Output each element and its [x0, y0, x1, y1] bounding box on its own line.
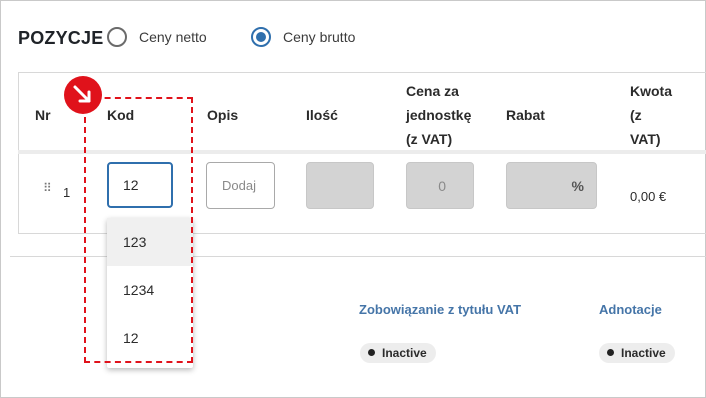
column-header-nr: Nr — [35, 107, 51, 123]
adnotacje-link[interactable]: Adnotacje — [599, 302, 662, 317]
drag-handle-icon[interactable]: ⠿ — [43, 182, 52, 194]
status-dot-icon — [368, 349, 375, 356]
row-number: 1 — [63, 185, 71, 200]
column-header-cena-line3: (z VAT) — [406, 131, 453, 147]
column-header-kwota-line3: VAT) — [630, 131, 661, 147]
radio-ceny-netto[interactable]: Ceny netto — [107, 27, 207, 47]
table-top-border — [18, 72, 706, 73]
column-header-opis: Opis — [207, 107, 239, 123]
vat-status-text: Inactive — [382, 346, 427, 360]
rabat-input: % — [506, 162, 597, 209]
column-header-cena: Cena za jednostkę (z VAT) — [406, 79, 496, 151]
status-dot-icon — [607, 349, 614, 356]
cena-input: 0 — [406, 162, 474, 209]
rabat-percent-suffix: % — [571, 178, 584, 194]
radio-netto-label: Ceny netto — [139, 29, 207, 45]
annotation-marker — [64, 76, 102, 114]
column-header-rabat: Rabat — [506, 107, 545, 123]
section-title: POZYCJE — [18, 28, 104, 48]
radio-brutto-indicator[interactable] — [251, 27, 271, 47]
column-header-cena-line1: Cena za — [406, 83, 459, 99]
vat-liability-link[interactable]: Zobowiązanie z tytułu VAT — [359, 302, 521, 317]
row-amount: 0,00 € — [630, 189, 667, 204]
column-header-ilosc: Ilość — [306, 107, 338, 123]
radio-ceny-brutto[interactable]: Ceny brutto — [251, 27, 355, 47]
ilosc-input — [306, 162, 374, 209]
opis-input[interactable]: Dodaj — [206, 162, 275, 209]
column-header-kwota: Kwota (z VAT) — [630, 79, 690, 151]
column-header-kwota-line2: (z — [630, 107, 642, 123]
adnotacje-status-badge: Inactive — [599, 343, 675, 363]
column-header-kwota-line1: Kwota — [630, 83, 672, 99]
arrow-down-right-icon — [73, 85, 91, 103]
vat-status-badge: Inactive — [360, 343, 436, 363]
radio-netto-indicator[interactable] — [107, 27, 127, 47]
highlight-annotation-box — [84, 97, 193, 363]
column-header-cena-line2: jednostkę — [406, 107, 472, 123]
adnotacje-status-text: Inactive — [621, 346, 666, 360]
radio-brutto-label: Ceny brutto — [283, 29, 356, 45]
